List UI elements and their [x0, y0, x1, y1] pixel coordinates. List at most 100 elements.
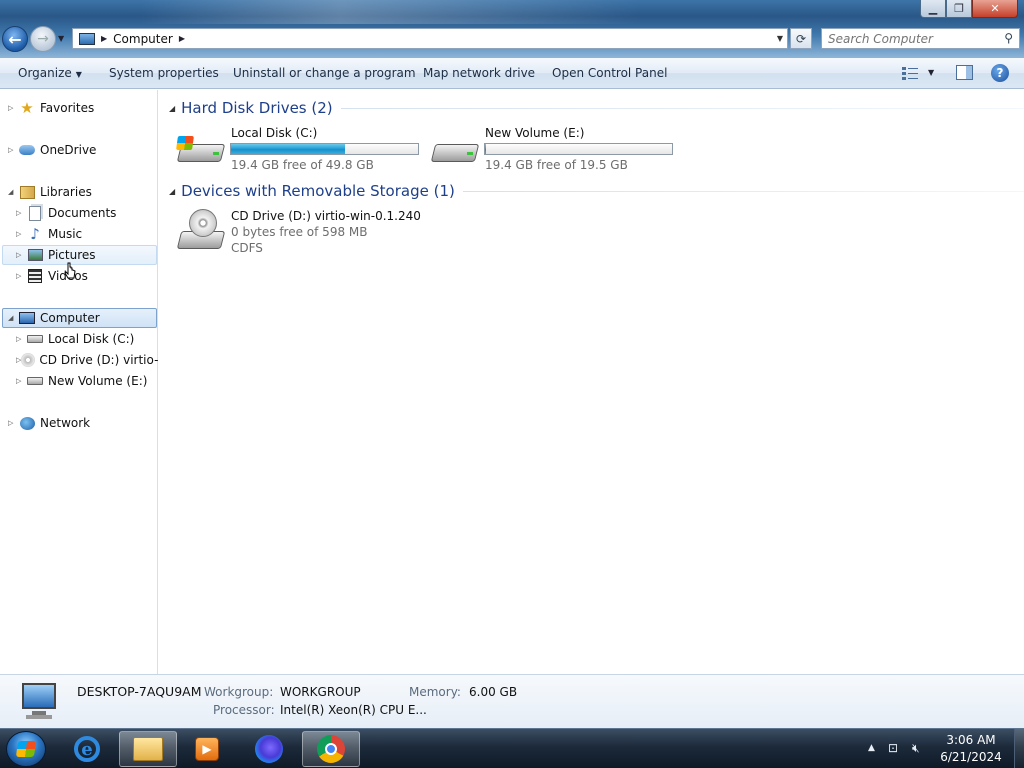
command-bar: Organize ▼ System properties Uninstall or…: [0, 58, 1024, 89]
map-network-drive-button[interactable]: Map network drive: [423, 66, 535, 80]
computer-icon: [79, 32, 95, 45]
window-controls: ▁ ❐ ✕: [920, 0, 1018, 18]
group-header-hard-disks[interactable]: ◢ Hard Disk Drives (2): [169, 99, 1024, 117]
cd-drive-icon: [21, 352, 36, 368]
volume-muted-icon[interactable]: 🔇︎: [912, 741, 920, 756]
show-hidden-icons-button[interactable]: ▲: [868, 743, 875, 753]
details-pane: DESKTOP-7AQU9AM Workgroup: WORKGROUP Mem…: [0, 674, 1024, 728]
breadcrumb-computer[interactable]: Computer: [113, 32, 173, 46]
clock-date: 6/21/2024: [940, 750, 1002, 764]
back-button[interactable]: ←: [2, 26, 28, 52]
taskbar-media-center[interactable]: ▶: [178, 731, 236, 767]
drive-tile-e[interactable]: New Volume (E:) 19.4 GB free of 19.5 GB: [430, 126, 681, 172]
internet-explorer-icon: e: [74, 736, 100, 762]
collapse-arrow-icon[interactable]: ◢: [8, 314, 18, 322]
media-player-icon: ▶: [195, 737, 219, 761]
chevron-right-icon[interactable]: ▶: [101, 34, 107, 43]
drive-tile-d[interactable]: CD Drive (D:) virtio-win-0.1.240 0 bytes…: [176, 209, 437, 259]
title-bar: ▁ ❐ ✕ ← → ▼ ▶ Computer ▶ ▼ ⟳ ⚲: [0, 0, 1024, 58]
taskbar: e ▶ ▲ ⊡ 🔇︎ 3:06 AM 6/21/2024: [0, 728, 1024, 768]
nav-item-music[interactable]: ▷ ♪ Music: [16, 224, 82, 244]
workgroup-label: Workgroup:: [204, 685, 274, 699]
expand-arrow-icon[interactable]: ▷: [16, 230, 26, 238]
search-box[interactable]: ⚲: [821, 28, 1020, 49]
expand-arrow-icon[interactable]: ▷: [8, 146, 18, 154]
nav-label: Libraries: [40, 185, 92, 199]
processor-value: Intel(R) Xeon(R) CPU E...: [280, 703, 427, 717]
minimize-button[interactable]: ▁: [920, 0, 946, 18]
picture-icon: [26, 247, 44, 263]
maximize-button[interactable]: ❐: [946, 0, 972, 18]
expand-arrow-icon[interactable]: ▷: [16, 335, 26, 343]
chevron-right-icon[interactable]: ▶: [179, 34, 185, 43]
nav-item-onedrive[interactable]: ▷ OneDrive: [8, 140, 96, 160]
nav-item-favorites[interactable]: ▷ ★ Favorites: [8, 98, 94, 118]
nav-item-new-volume[interactable]: ▷ New Volume (E:): [16, 371, 147, 391]
address-history-dropdown[interactable]: ▼: [777, 34, 783, 43]
nav-item-libraries[interactable]: ◢ Libraries: [8, 182, 92, 202]
open-control-panel-button[interactable]: Open Control Panel: [552, 66, 667, 80]
drive-free-space: 0 bytes free of 598 MB: [231, 225, 368, 239]
collapse-arrow-icon[interactable]: ◢: [8, 188, 18, 196]
nav-label: CD Drive (D:) virtio-w: [39, 353, 158, 367]
view-dropdown-icon[interactable]: ▼: [928, 68, 934, 77]
computer-icon: [18, 310, 36, 326]
refresh-button[interactable]: ⟳: [790, 28, 812, 49]
recent-pages-dropdown[interactable]: ▼: [58, 34, 64, 43]
star-icon: ★: [20, 99, 34, 117]
group-header-removable[interactable]: ◢ Devices with Removable Storage (1): [169, 182, 1024, 200]
chevron-down-icon: ▼: [75, 70, 82, 79]
mouse-cursor-icon: [64, 262, 76, 279]
organize-button[interactable]: Organize ▼: [18, 66, 82, 80]
drive-usage-fill: [231, 144, 346, 154]
nav-item-documents[interactable]: ▷ Documents: [16, 203, 116, 223]
hard-drive-icon: [430, 136, 480, 162]
drive-free-space: 19.4 GB free of 49.8 GB: [231, 158, 374, 172]
nav-label: Favorites: [40, 101, 95, 115]
nav-label: Music: [48, 227, 83, 241]
taskbar-internet-explorer[interactable]: e: [58, 731, 116, 767]
help-icon[interactable]: ?: [991, 64, 1009, 82]
nav-label: Network: [40, 416, 91, 430]
nav-label: Local Disk (C:): [48, 332, 135, 346]
show-desktop-button[interactable]: [1014, 729, 1024, 768]
nav-item-computer[interactable]: ◢ Computer: [2, 308, 157, 328]
address-bar[interactable]: ▶ Computer ▶ ▼: [72, 28, 788, 49]
expand-arrow-icon[interactable]: ▷: [16, 209, 26, 217]
preview-pane-icon[interactable]: [956, 65, 973, 80]
hard-drive-icon: [26, 373, 44, 389]
cd-drive-icon: [176, 209, 226, 253]
expand-arrow-icon[interactable]: ▷: [16, 251, 26, 259]
divider: [340, 107, 1024, 109]
drive-usage-fill: [485, 144, 486, 154]
search-input[interactable]: [822, 31, 992, 46]
close-button[interactable]: ✕: [972, 0, 1018, 18]
collapse-group-icon[interactable]: ◢: [169, 104, 175, 113]
expand-arrow-icon[interactable]: ▷: [16, 377, 26, 385]
group-title: Devices with Removable Storage (1): [181, 182, 455, 200]
taskbar-firefox[interactable]: [240, 731, 298, 767]
network-status-icon[interactable]: ⊡: [888, 741, 898, 755]
system-clock[interactable]: 3:06 AM 6/21/2024: [936, 732, 1006, 766]
nav-item-cd-drive[interactable]: ▷ CD Drive (D:) virtio-w: [16, 350, 158, 370]
nav-label: OneDrive: [40, 143, 97, 157]
expand-arrow-icon[interactable]: ▷: [16, 272, 26, 280]
uninstall-program-button[interactable]: Uninstall or change a program: [233, 66, 416, 80]
start-button[interactable]: [6, 731, 46, 767]
view-options-icon[interactable]: [902, 66, 918, 80]
taskbar-file-explorer[interactable]: [119, 731, 177, 767]
collapse-group-icon[interactable]: ◢: [169, 187, 175, 196]
nav-item-network[interactable]: ▷ Network: [8, 413, 90, 433]
clock-time: 3:06 AM: [946, 733, 996, 747]
forward-button[interactable]: →: [30, 26, 56, 52]
drive-tile-c[interactable]: Local Disk (C:) 19.4 GB free of 49.8 GB: [176, 126, 427, 172]
processor-label: Processor:: [213, 703, 275, 717]
nav-item-pictures[interactable]: ▷ Pictures: [2, 245, 157, 265]
workgroup-value: WORKGROUP: [280, 685, 361, 699]
system-properties-button[interactable]: System properties: [109, 66, 219, 80]
expand-arrow-icon[interactable]: ▷: [8, 419, 18, 427]
nav-item-local-disk[interactable]: ▷ Local Disk (C:): [16, 329, 134, 349]
taskbar-chrome[interactable]: [302, 731, 360, 767]
expand-arrow-icon[interactable]: ▷: [8, 104, 18, 112]
magnifier-icon[interactable]: ⚲: [1004, 31, 1013, 45]
